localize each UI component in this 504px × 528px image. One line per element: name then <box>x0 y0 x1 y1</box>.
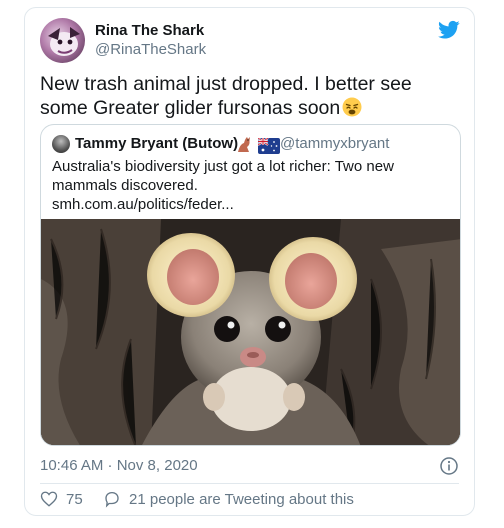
info-icon[interactable] <box>439 456 459 476</box>
twitter-bird-icon[interactable] <box>438 20 460 40</box>
kangaroo-emoji <box>238 137 250 152</box>
quoted-tweet[interactable]: Tammy Bryant (Butow) @tammyxbryant Austr… <box>40 124 461 446</box>
author-handle[interactable]: @RinaTheShark <box>95 41 206 58</box>
greater-glider-photo[interactable] <box>41 219 461 446</box>
author-display-name[interactable]: Rina The Shark <box>95 22 204 39</box>
heart-icon <box>40 491 58 507</box>
quoted-handle[interactable]: @tammyxbryant <box>280 135 389 152</box>
like-button[interactable]: 75 <box>40 490 83 508</box>
avatar[interactable] <box>40 18 85 63</box>
quoted-display-name[interactable]: Tammy Bryant (Butow) <box>75 135 238 152</box>
speech-bubble-icon <box>105 491 119 508</box>
tweeting-about-link[interactable]: 21 people are Tweeting about this <box>103 490 354 508</box>
quoted-name-emojis <box>234 134 281 159</box>
weary-face-emoji <box>342 97 362 117</box>
tweet-timestamp[interactable]: 10:46 AM · Nov 8, 2020 <box>40 457 198 474</box>
divider <box>40 483 459 484</box>
quoted-text: Australia's biodiversity just got a lot … <box>52 157 452 214</box>
tweeting-about-text: 21 people are Tweeting about this <box>129 490 354 508</box>
australia-flag-emoji <box>257 137 281 154</box>
tweet-card[interactable]: Rina The Shark @RinaTheShark New trash a… <box>24 7 475 516</box>
quoted-avatar[interactable] <box>52 135 70 153</box>
avatar-image <box>48 27 80 56</box>
like-count: 75 <box>66 490 83 508</box>
quoted-link[interactable]: smh.com.au/politics/feder... <box>52 196 234 213</box>
quoted-body: Australia's biodiversity just got a lot … <box>52 158 394 194</box>
tweet-text: New trash animal just dropped. I better … <box>40 72 460 120</box>
